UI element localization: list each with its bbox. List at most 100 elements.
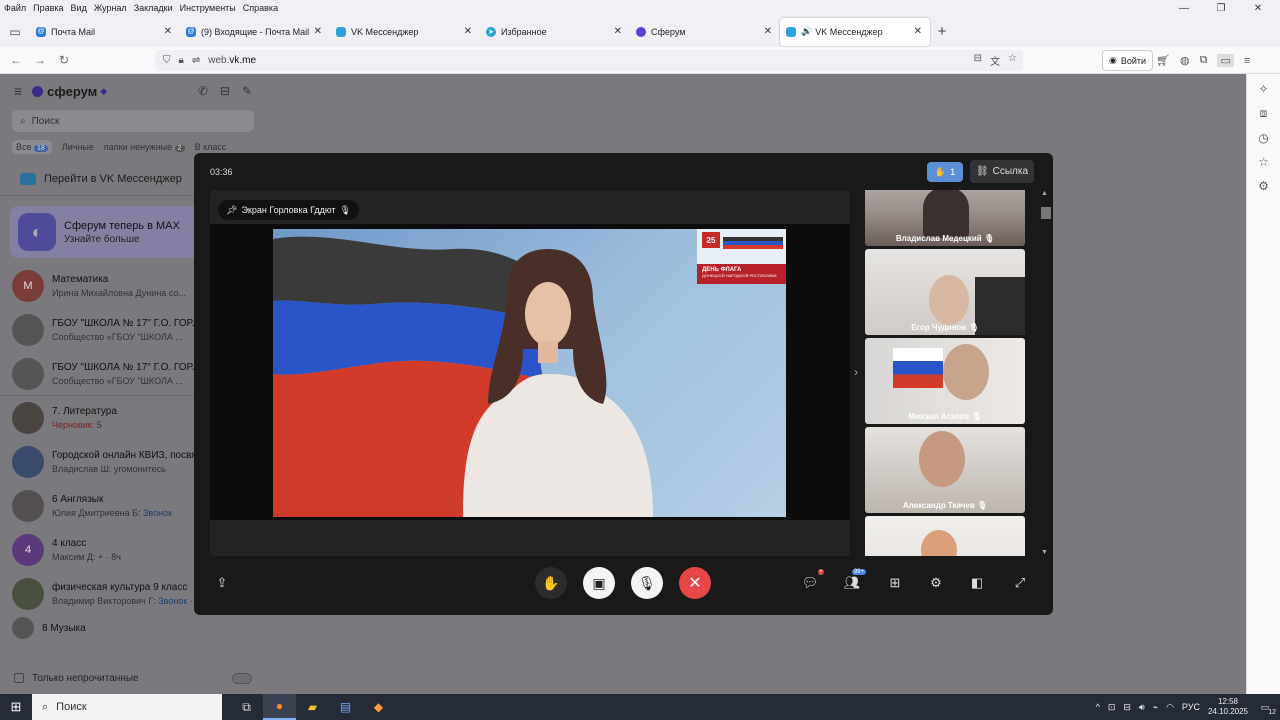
close-tab-icon[interactable]: ✕ (614, 26, 622, 37)
settings-icon[interactable]: ⚙ (920, 567, 952, 599)
tab-mail[interactable]: @ Почта Mail ✕ (30, 18, 180, 46)
close-tab-icon[interactable]: ✕ (914, 26, 922, 37)
vpn-icon[interactable]: ◍ (1180, 54, 1190, 67)
toggle-switch[interactable] (232, 672, 252, 684)
volume-icon[interactable]: 🔊︎ (1139, 702, 1145, 713)
participant-tile[interactable]: Михаил Агапов 🎙︎ (865, 338, 1025, 424)
cart-icon[interactable]: 🛒︎ (1156, 54, 1170, 67)
close-tab-icon[interactable]: ✕ (314, 26, 322, 37)
firefox-icon[interactable]: ● (263, 694, 296, 720)
menu-icon[interactable]: ≡ (14, 83, 22, 99)
url-text[interactable]: web.vk.me (208, 55, 256, 66)
bookmark-star-icon[interactable]: ☆ (1008, 53, 1017, 68)
settings-icon[interactable]: ⚙ (1258, 179, 1269, 193)
tray-expand-icon[interactable]: ^ (1096, 702, 1100, 712)
close-tab-icon[interactable]: ✕ (764, 26, 772, 37)
speaker-icon[interactable]: 🔊 (801, 26, 812, 37)
notepad-icon[interactable]: ▤ (329, 694, 362, 720)
menu-edit[interactable]: Правка (33, 3, 63, 13)
screen-share-icon[interactable]: ⇪ (210, 571, 234, 595)
extensions-icon[interactable]: ⧉ (1200, 54, 1208, 67)
ai-chat-icon[interactable]: ✧ (1258, 82, 1268, 96)
install-app-icon[interactable]: ⊟ (974, 53, 982, 68)
menu-bookmarks[interactable]: Закладки (134, 3, 173, 13)
chat-item[interactable]: 8 Музыка (0, 616, 266, 640)
compose-icon[interactable]: ✎ (242, 84, 252, 98)
taskbar-search[interactable]: ⌕ Поиск (32, 694, 222, 720)
layout-grid-icon[interactable]: ⊞ (879, 567, 911, 599)
menu-tools[interactable]: Инструменты (180, 3, 236, 13)
new-tab-icon[interactable]: + (930, 23, 954, 40)
address-bar[interactable]: ⛉ 🔒︎ ⇌ web.vk.me ⊟ 文 ☆ (155, 50, 1023, 71)
maximize-button[interactable]: ❐ (1206, 0, 1236, 16)
end-call-button[interactable]: ✕ (679, 567, 711, 599)
scrollbar-thumb[interactable] (1041, 207, 1051, 219)
pin-icon[interactable]: 📌︎ (226, 205, 237, 216)
reload-icon[interactable]: ↻ (52, 53, 76, 67)
raise-hand-button[interactable]: ✋ (535, 567, 567, 599)
archive-icon[interactable]: ⊟ (220, 84, 230, 98)
scroll-down-icon[interactable]: ▼ (1041, 549, 1048, 556)
permissions-icon[interactable]: ⇌ (192, 55, 200, 66)
menu-view[interactable]: Вид (71, 3, 87, 13)
windows-start-icon[interactable]: ⊞ (0, 694, 32, 720)
history-icon[interactable]: ◷ (1258, 131, 1268, 145)
tab-inbox[interactable]: @ (9) Входящие - Почта Mail ✕ (180, 18, 330, 46)
tab-favorites[interactable]: ➤ Избранное ✕ (480, 18, 630, 46)
fullscreen-icon[interactable]: ⤢ (1004, 567, 1036, 599)
shield-icon[interactable]: ⛉ (163, 55, 171, 66)
bookmarks-icon[interactable]: ☆ (1258, 155, 1269, 169)
participant-tile[interactable]: Егор Чудинов 🎙︎ (865, 249, 1025, 335)
camera-off-button[interactable]: ▣ (583, 567, 615, 599)
close-tab-icon[interactable]: ✕ (464, 26, 472, 37)
translate-icon[interactable]: 文 (990, 53, 1000, 68)
wifi-icon[interactable]: ◠ (1166, 702, 1174, 713)
app-icon[interactable]: ◆ (362, 694, 395, 720)
participant-tile[interactable]: Владислав Медецкий 🎙︎ (865, 190, 1025, 246)
menu-help[interactable]: Справка (243, 3, 278, 13)
login-button[interactable]: ◉ Войти (1102, 50, 1154, 71)
chat-button[interactable]: 💬︎ • (794, 567, 826, 599)
sidebar-toggle-icon[interactable]: ▭ (1217, 54, 1234, 67)
search-input[interactable]: ⌕ Поиск (12, 110, 254, 132)
close-tab-icon[interactable]: ✕ (164, 26, 172, 37)
tab-sferum[interactable]: Сферум ✕ (630, 18, 780, 46)
filter-folder[interactable]: папки ненужные 2 (104, 142, 185, 152)
back-icon[interactable]: ← (4, 53, 28, 67)
menu-history[interactable]: Журнал (94, 3, 127, 13)
participant-tile[interactable] (865, 516, 1025, 556)
participants-button[interactable]: 👥︎ 99+ (836, 567, 868, 599)
participants-scrollbar[interactable]: ▲ ▼ (1040, 190, 1051, 556)
filter-class[interactable]: В класс (195, 142, 227, 152)
power-icon[interactable]: ⌁ (1153, 702, 1158, 713)
only-unread-toggle[interactable]: Только непрочитанные (0, 662, 266, 694)
language-indicator[interactable]: РУС (1182, 702, 1200, 712)
close-window-button[interactable]: ✕ (1243, 0, 1273, 16)
filter-all[interactable]: Все 18 (12, 140, 52, 154)
tab-vk-messenger-active[interactable]: 🔊 VK Мессенджер ✕ (780, 17, 930, 46)
chevron-right-icon[interactable]: › (854, 365, 858, 379)
minimize-button[interactable]: — (1169, 0, 1199, 16)
notifications-icon[interactable]: ▭ 12 (1256, 698, 1276, 717)
meet-now-icon[interactable]: ⊡ (1108, 702, 1116, 713)
tab-list-icon[interactable]: ▭ (0, 16, 30, 47)
synced-tabs-icon[interactable]: ⧈ (1260, 106, 1268, 121)
participant-tile[interactable]: Александр Ткачев 🎙︎ (865, 427, 1025, 513)
tab-vk-messenger[interactable]: VK Мессенджер ✕ (330, 18, 480, 46)
clock[interactable]: 12:58 24.10.2025 (1208, 697, 1248, 717)
network-icon[interactable]: ⊟ (1123, 702, 1131, 713)
task-view-icon[interactable]: ⧉ (230, 694, 263, 720)
call-link-button[interactable]: ⛓ Ссылка (970, 160, 1034, 183)
main-video-tile[interactable]: 📌︎ Экран Горловка Гддют 🎙︎ 25 ДЕНЬ ФЛАГА… (210, 190, 850, 556)
file-explorer-icon[interactable]: ▰ (296, 694, 329, 720)
app-menu-icon[interactable]: ≡ (1244, 55, 1250, 67)
scroll-up-icon[interactable]: ▲ (1041, 190, 1048, 197)
picture-in-picture-icon[interactable]: ◧ (961, 567, 993, 599)
raised-hands-button[interactable]: ✋ 1 (927, 162, 963, 182)
forward-icon[interactable]: → (28, 53, 52, 67)
lock-icon[interactable]: 🔒︎ (179, 55, 184, 66)
call-icon[interactable]: ✆ (198, 84, 208, 98)
filter-personal[interactable]: Личные (62, 142, 94, 152)
menu-file[interactable]: Файл (4, 3, 26, 13)
mic-off-button[interactable]: 🎙︎ (631, 567, 663, 599)
